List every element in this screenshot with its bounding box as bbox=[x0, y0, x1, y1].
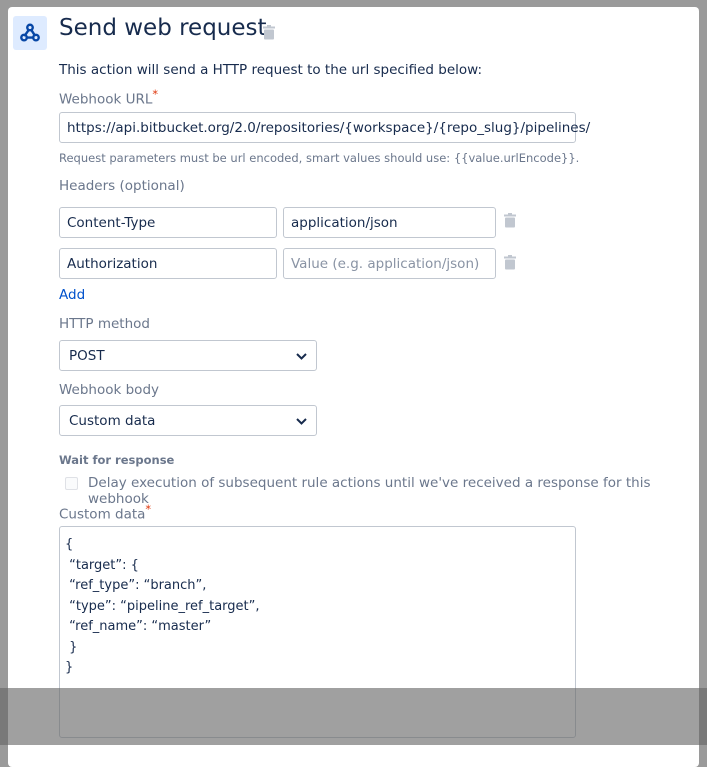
custom-data-label: Custom data* bbox=[59, 503, 151, 523]
webhook-body-label: Webhook body bbox=[59, 382, 160, 398]
required-mark: * bbox=[152, 88, 159, 101]
delete-header-icon[interactable] bbox=[504, 213, 516, 232]
webhook-url-label: Webhook URL* bbox=[59, 88, 158, 108]
http-method-label: HTTP method bbox=[59, 316, 150, 332]
custom-data-label-text: Custom data bbox=[59, 506, 146, 523]
add-header-link[interactable]: Add bbox=[59, 287, 85, 303]
webhook-body-value: Custom data bbox=[69, 412, 156, 429]
page-title: Send web request bbox=[59, 15, 267, 41]
modal-overlay bbox=[0, 688, 707, 745]
wait-for-response-heading: Wait for response bbox=[59, 453, 175, 467]
header-value-input[interactable]: application/json bbox=[283, 207, 496, 238]
chevron-down-icon bbox=[296, 348, 307, 364]
webhook-url-input[interactable]: https://api.bitbucket.org/2.0/repositori… bbox=[59, 112, 590, 143]
webhook-url-help: Request parameters must be url encoded, … bbox=[59, 151, 580, 165]
webhook-url-label-text: Webhook URL bbox=[59, 91, 153, 108]
chevron-down-icon bbox=[296, 413, 307, 429]
headers-label: Headers (optional) bbox=[59, 178, 185, 194]
required-mark: * bbox=[145, 503, 152, 516]
http-method-select[interactable]: POST bbox=[59, 340, 317, 371]
delay-execution-label[interactable]: Delay execution of subsequent rule actio… bbox=[88, 475, 707, 507]
http-method-value: POST bbox=[69, 347, 105, 364]
header-name-input[interactable]: Authorization bbox=[59, 248, 277, 279]
description: This action will send a HTTP request to … bbox=[59, 62, 483, 78]
webhook-icon bbox=[13, 16, 47, 50]
delete-action-icon[interactable] bbox=[263, 25, 275, 44]
webhook-body-select[interactable]: Custom data bbox=[59, 405, 317, 436]
delete-header-icon[interactable] bbox=[504, 255, 516, 274]
header-name-input[interactable]: Content-Type bbox=[59, 207, 277, 238]
delay-execution-checkbox[interactable] bbox=[65, 477, 78, 490]
header-value-input[interactable]: Value (e.g. application/json) bbox=[283, 248, 496, 279]
